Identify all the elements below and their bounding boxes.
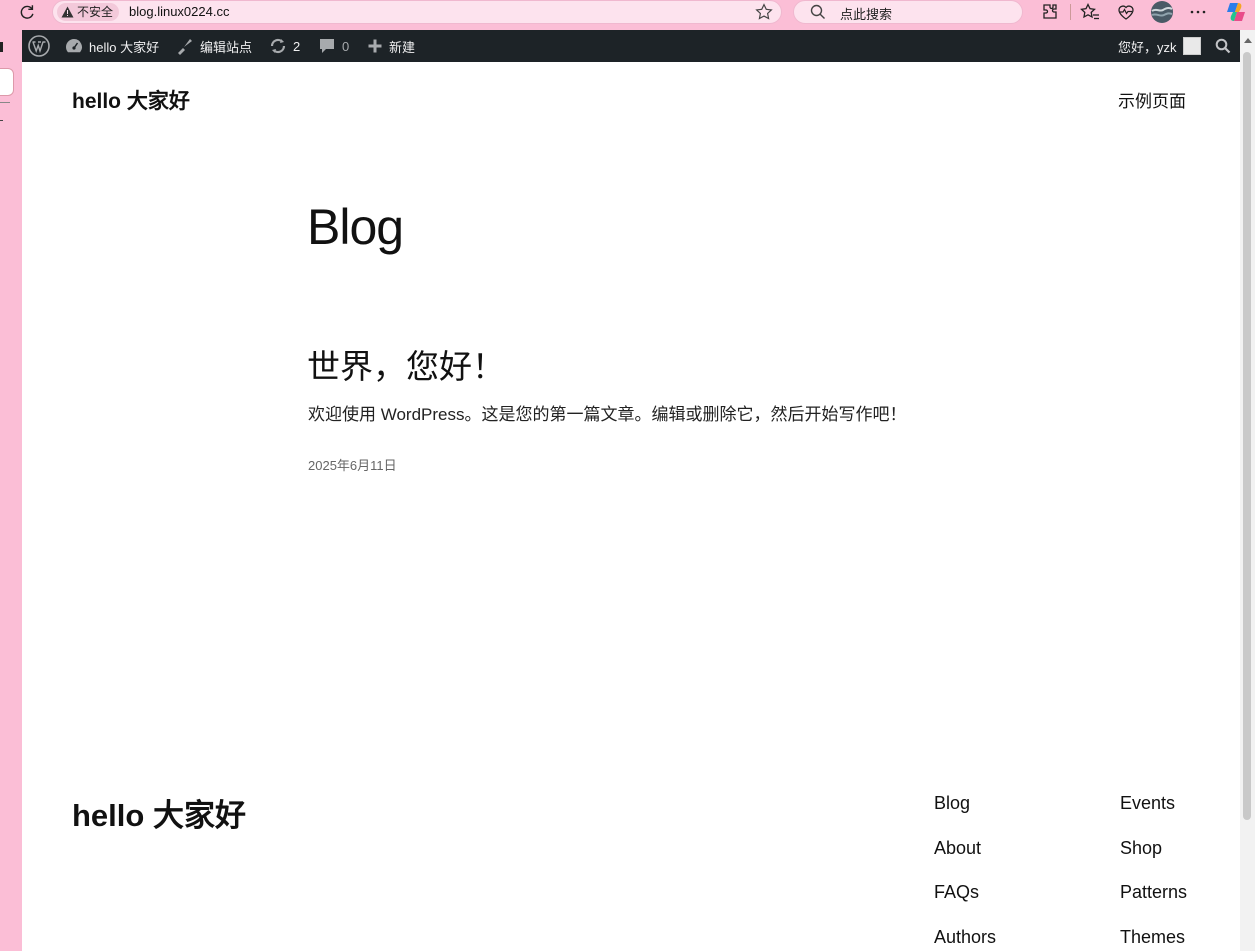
- search-icon: [810, 4, 825, 19]
- side-panel-divider: [0, 102, 10, 103]
- more-options-icon[interactable]: [1188, 2, 1208, 22]
- profile-avatar-icon[interactable]: [1150, 0, 1174, 24]
- footer-nav-col-1: Blog About FAQs Authors: [934, 793, 996, 951]
- url-text[interactable]: blog.linux0224.cc: [129, 4, 229, 19]
- search-icon: [1215, 38, 1231, 54]
- extensions-icon[interactable]: [1040, 2, 1060, 22]
- nav-item-sample-page[interactable]: 示例页面: [1118, 87, 1186, 112]
- plus-icon: [368, 39, 382, 53]
- insecure-label: 不安全: [77, 5, 114, 19]
- wp-logo-menu[interactable]: [28, 30, 50, 62]
- updates-count: 2: [293, 38, 301, 54]
- side-panel-mark: [0, 42, 3, 52]
- footer-link-events[interactable]: Events: [1120, 793, 1187, 838]
- browser-toolbar: 不安全 blog.linux0224.cc 点此搜索: [0, 0, 1255, 30]
- dashboard-icon: [66, 39, 82, 53]
- page-viewport: hello 大家好 编辑站点 2 0 新建 您好，yzk hello 大家好 示…: [22, 30, 1240, 951]
- security-badge[interactable]: 不安全: [57, 3, 120, 21]
- scrollbar-thumb[interactable]: [1243, 52, 1251, 820]
- post-date[interactable]: 2025年6月11日: [308, 455, 397, 474]
- page-title: Blog: [307, 199, 404, 255]
- side-panel-strip: [0, 30, 22, 951]
- wordpress-logo-icon: [28, 35, 50, 57]
- new-label: 新建: [389, 39, 416, 55]
- search-placeholder: 点此搜索: [840, 7, 893, 22]
- scroll-up-arrow[interactable]: [1244, 38, 1252, 43]
- admin-bar-updates[interactable]: 2: [269, 30, 300, 62]
- side-panel-divider: [0, 120, 3, 121]
- comment-icon: [320, 39, 334, 53]
- footer-link-patterns[interactable]: Patterns: [1120, 882, 1187, 927]
- admin-bar-new[interactable]: 新建: [367, 30, 415, 62]
- browser-search-box[interactable]: 点此搜索: [793, 0, 1023, 24]
- reload-icon[interactable]: [18, 3, 36, 21]
- footer-link-authors[interactable]: Authors: [934, 927, 996, 951]
- wp-admin-bar: hello 大家好 编辑站点 2 0 新建 您好，yzk: [22, 30, 1240, 62]
- footer-site-title[interactable]: hello 大家好: [72, 790, 246, 835]
- page-scrollbar[interactable]: [1240, 30, 1255, 951]
- post-excerpt: 欢迎使用 WordPress。这是您的第一篇文章。编辑或删除它，然后开始写作吧！: [308, 405, 907, 424]
- footer-link-blog[interactable]: Blog: [934, 793, 996, 838]
- favorites-icon[interactable]: [1080, 2, 1100, 22]
- site-title[interactable]: hello 大家好: [72, 85, 190, 115]
- footer-nav-col-2: Events Shop Patterns Themes: [1120, 793, 1187, 951]
- post-title[interactable]: 世界，您好！: [307, 340, 505, 388]
- updates-icon: [270, 38, 286, 54]
- admin-bar-comments[interactable]: 0: [318, 30, 349, 62]
- copilot-icon[interactable]: [1224, 0, 1248, 24]
- warning-icon: [61, 6, 74, 18]
- footer-link-about[interactable]: About: [934, 838, 996, 883]
- footer-link-themes[interactable]: Themes: [1120, 927, 1187, 951]
- admin-bar-search[interactable]: [1215, 30, 1231, 62]
- avatar: [1182, 37, 1201, 55]
- address-bar[interactable]: 不安全 blog.linux0224.cc: [52, 0, 782, 24]
- browser-essentials-icon[interactable]: [1116, 2, 1136, 22]
- edit-site-label: 编辑站点: [200, 39, 253, 55]
- admin-bar-edit-site[interactable]: 编辑站点: [176, 30, 252, 62]
- favorite-star-icon[interactable]: [755, 3, 773, 21]
- footer-link-shop[interactable]: Shop: [1120, 838, 1187, 883]
- greeting-text: 您好，yzk: [1118, 39, 1177, 55]
- admin-bar-site-label: hello 大家好: [89, 39, 160, 55]
- edit-brush-icon: [178, 39, 192, 55]
- admin-bar-site-name[interactable]: hello 大家好: [65, 30, 159, 62]
- comments-count: 0: [342, 38, 350, 54]
- admin-bar-my-account[interactable]: 您好，yzk: [1118, 30, 1201, 62]
- footer-link-faqs[interactable]: FAQs: [934, 882, 996, 927]
- side-panel-button[interactable]: [0, 68, 14, 96]
